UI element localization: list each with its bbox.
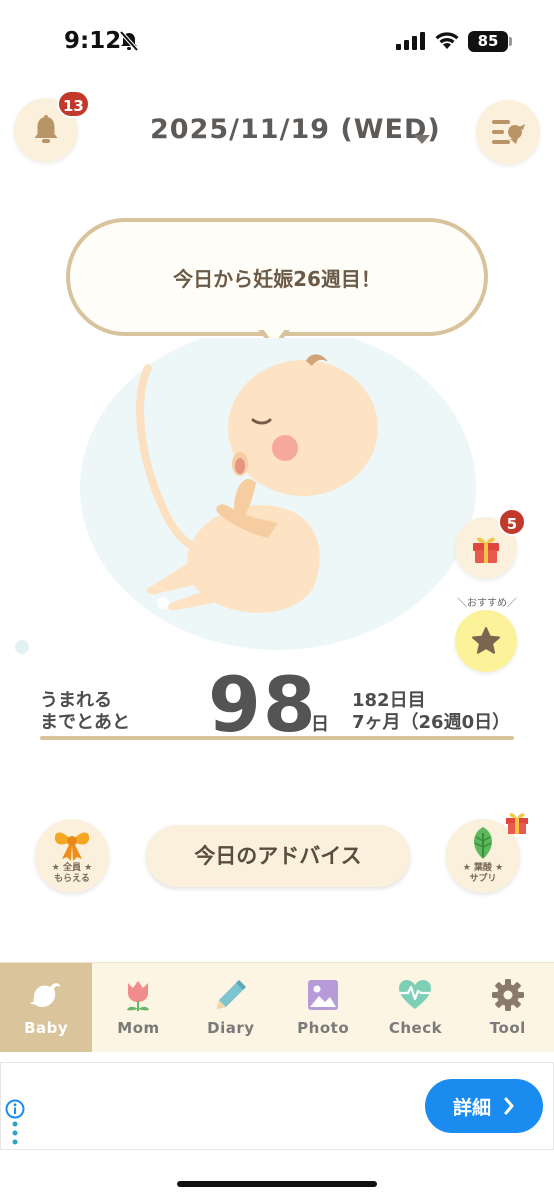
star-icon: [472, 627, 500, 654]
status-bar: 9:12 85: [0, 0, 554, 84]
present-caption: ★ 全員 ★ もらえる: [35, 863, 109, 885]
menu-button[interactable]: [476, 100, 540, 164]
folic-caption: ★ 葉酸 ★ サプリ: [446, 863, 520, 885]
present-caption-line1: ★ 全員 ★: [51, 863, 93, 873]
bell-slash-icon: [119, 30, 139, 52]
heartbeat-icon: [399, 980, 432, 1009]
tab-diary[interactable]: Diary: [185, 963, 277, 1052]
tab-mom[interactable]: Mom: [92, 963, 184, 1052]
divider: [40, 736, 514, 740]
ad-details-button[interactable]: 詳細: [425, 1079, 543, 1133]
countdown-label-line2: までとあと: [40, 712, 130, 733]
present-caption-line2: もらえる: [54, 874, 90, 884]
countdown-unit: 日: [311, 714, 329, 735]
gift-icon: [473, 537, 499, 563]
battery-tip: [509, 37, 512, 46]
tab-bar: Baby Mom Diary Photo Check Tool: [0, 962, 554, 1052]
fetus-illustration: [80, 338, 476, 650]
recommend-button[interactable]: [455, 610, 517, 672]
recommend-label: ＼おすすめ／: [457, 598, 517, 609]
countdown-label: うまれる までとあと: [40, 690, 130, 734]
tab-label: Baby: [24, 1019, 69, 1037]
wifi-icon: [435, 32, 459, 49]
today-advice-button[interactable]: 今日のアドバイス: [146, 825, 410, 887]
ad-button-label: 詳細: [452, 1096, 491, 1119]
gift-icon: [506, 813, 528, 834]
elapsed-days: 182日目: [352, 690, 426, 711]
tab-label: Tool: [489, 1019, 526, 1037]
tab-photo[interactable]: Photo: [277, 963, 369, 1052]
photo-icon: [308, 980, 339, 1010]
ribbon-icon: [54, 832, 90, 861]
tab-label: Photo: [297, 1019, 350, 1037]
gear-icon: [491, 979, 524, 1011]
tulip-icon: [127, 981, 150, 1011]
tab-label: Mom: [117, 1019, 160, 1037]
countdown-label-line1: うまれる: [40, 690, 112, 711]
status-time: 9:12: [64, 28, 122, 54]
folic-caption-line1: ★ 葉酸 ★: [462, 863, 504, 873]
tab-baby[interactable]: Baby: [0, 963, 93, 1052]
bird-icon: [30, 983, 61, 1007]
home-indicator[interactable]: [177, 1181, 377, 1187]
ad-banner[interactable]: 詳細: [0, 1062, 554, 1150]
decorative-dot: [15, 640, 29, 654]
gift-badge: 5: [498, 508, 526, 536]
folic-caption-line2: サプリ: [469, 874, 497, 884]
pencil-icon: [216, 980, 246, 1009]
present-button[interactable]: ★ 全員 ★ もらえる: [35, 819, 109, 893]
chevron-down-icon[interactable]: [414, 135, 430, 144]
tab-tool[interactable]: Tool: [462, 963, 554, 1052]
tab-label: Diary: [207, 1019, 255, 1037]
tab-label: Check: [388, 1019, 443, 1037]
more-dots-icon[interactable]: [12, 1121, 18, 1145]
pregnancy-progress: 182日目 7ヶ月（26週0日）: [352, 690, 510, 734]
chevron-right-icon: [504, 1097, 514, 1115]
notification-badge: 13: [57, 90, 90, 118]
signal-icon: [396, 32, 425, 50]
leaf-icon: [473, 827, 493, 859]
menu-icon: [492, 120, 525, 144]
week-message-bubble: 今日から妊娠26週目！: [66, 218, 488, 336]
date-selector[interactable]: 2025/11/19 (WED): [150, 114, 441, 145]
week-message: 今日から妊娠26週目！: [173, 266, 381, 291]
tab-check[interactable]: Check: [369, 963, 461, 1052]
month-week: 7ヶ月（26週0日）: [352, 712, 511, 733]
bell-icon: [34, 115, 58, 143]
battery-icon: 85: [468, 31, 508, 52]
info-icon[interactable]: [5, 1099, 25, 1119]
